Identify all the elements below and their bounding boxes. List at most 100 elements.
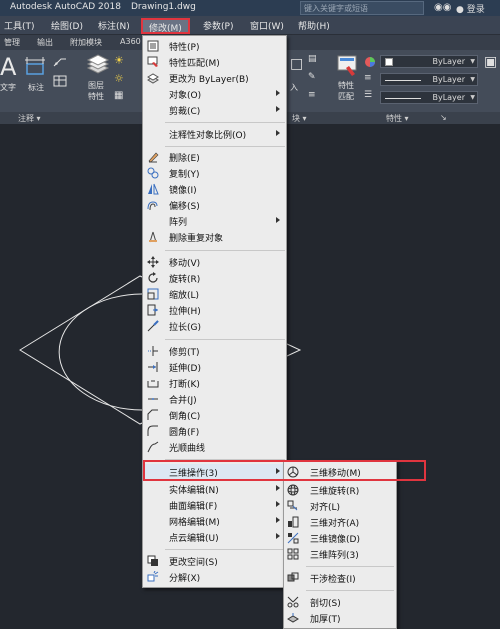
layer-properties-icon[interactable] [86, 54, 110, 80]
align-icon [287, 500, 298, 511]
tab-a360[interactable]: A360 [120, 37, 141, 46]
menu-item-label: 删除(E) [169, 154, 200, 164]
submenu-arrow-icon [276, 533, 280, 539]
app-title: Autodesk AutoCAD 2018 [10, 2, 121, 12]
tab-manage[interactable]: 管理 [4, 37, 20, 48]
lineweight-value: ByLayer [432, 93, 465, 102]
color-value: ByLayer [432, 57, 465, 66]
mirror-icon [148, 183, 159, 195]
menu-item-move[interactable]: 移动(V) [143, 254, 286, 270]
menu-dimension[interactable]: 标注(N) [98, 19, 130, 32]
menu-item-label: 旋转(R) [169, 275, 201, 285]
menu-help[interactable]: 帮助(H) [298, 19, 330, 32]
menu-item-annotative-scale[interactable]: 注释性对象比例(O) [143, 126, 286, 142]
menu-item-offset[interactable]: 偏移(S) [143, 197, 286, 213]
panel-expand-icon[interactable]: ↘ [440, 113, 447, 122]
menu-item-join[interactable]: 合并(J) [143, 391, 286, 407]
menu-separator [165, 549, 285, 550]
menu-item-change-to-bylayer[interactable]: 更改为 ByLayer(B) [143, 70, 286, 86]
menu-item-array[interactable]: 阵列 [143, 213, 286, 229]
submenu-item-3d-align[interactable]: 三维对齐(A) [284, 514, 396, 530]
linetype-select[interactable]: ByLayer ▼ [380, 73, 478, 86]
menu-separator [306, 590, 394, 591]
block-attr-icon[interactable]: ≡ [308, 90, 316, 100]
text-icon[interactable]: A [0, 54, 16, 80]
menu-item-label: 注释性对象比例(O) [169, 131, 247, 141]
menu-item-blend-curves[interactable]: 光顺曲线 [143, 439, 286, 455]
menu-item-match-properties[interactable]: 特性匹配(M) [143, 54, 286, 70]
table-icon[interactable] [53, 75, 67, 87]
properties-icon [147, 40, 159, 52]
color-select[interactable]: ByLayer ▼ [380, 55, 478, 68]
binoculars-icon[interactable]: ◉◉ [434, 2, 451, 13]
menu-draw[interactable]: 绘图(D) [51, 19, 83, 32]
menu-item-3d-operations[interactable]: 三维操作(3) [143, 464, 286, 480]
menu-item-copy[interactable]: 复制(Y) [143, 165, 286, 181]
change-to-bylayer-icon [147, 73, 159, 84]
interference-check-icon [287, 572, 299, 582]
submenu-item-interference-check[interactable]: 干涉检查(I) [284, 570, 396, 586]
menu-item-object[interactable]: 对象(O) [143, 86, 286, 102]
submenu-arrow-icon [276, 501, 280, 507]
submenu-item-align[interactable]: 对齐(L) [284, 498, 396, 514]
menu-item-trim[interactable]: 修剪(T) [143, 343, 286, 359]
menu-item-clip[interactable]: 剪裁(C) [143, 102, 286, 118]
menu-modify[interactable]: 修改(M) [141, 18, 190, 34]
menu-item-explode[interactable]: 分解(X) [143, 569, 286, 585]
panel-block-label[interactable]: 块 ▾ [292, 113, 307, 124]
submenu-item-3d-mirror[interactable]: 三维镜像(D) [284, 530, 396, 546]
offset-icon [147, 201, 158, 211]
menu-separator [165, 250, 285, 251]
panel-annotation-label[interactable]: 注释 ▾ [18, 113, 41, 124]
group-icon[interactable]: ▣ [484, 54, 497, 70]
submenu-item-3d-array[interactable]: 三维阵列(3) [284, 546, 396, 562]
login-button[interactable]: ● 登录 [456, 2, 485, 15]
submenu-item-slice[interactable]: 剖切(S) [284, 594, 396, 610]
match-properties-icon[interactable] [336, 54, 360, 78]
menu-item-point-cloud-editing[interactable]: 点云编辑(U) [143, 529, 286, 545]
menu-item-change-space[interactable]: 更改空间(S) [143, 553, 286, 569]
submenu-item-3d-move[interactable]: 三维移动(M) [284, 464, 396, 480]
menu-item-mirror[interactable]: 镜像(I) [143, 181, 286, 197]
menu-item-rotate[interactable]: 旋转(R) [143, 270, 286, 286]
linetype-icon[interactable]: ≡ [364, 73, 372, 83]
lineweight-icon[interactable]: ☰ [364, 90, 372, 100]
menu-window[interactable]: 窗口(W) [250, 19, 284, 32]
block-edit-icon[interactable]: ✎ [308, 72, 316, 82]
panel-properties-label[interactable]: 特性 ▾ [386, 113, 409, 124]
menu-item-solid-editing[interactable]: 实体编辑(N) [143, 481, 286, 497]
dimension-icon[interactable] [24, 56, 48, 78]
menu-item-mesh-editing[interactable]: 网格编辑(M) [143, 513, 286, 529]
menu-item-erase[interactable]: 删除(E) [143, 149, 286, 165]
menu-separator [165, 459, 285, 460]
dimension-label: 标注 [28, 83, 44, 92]
menu-item-scale[interactable]: 缩放(L) [143, 286, 286, 302]
layer-state-icon[interactable]: ▦ [114, 90, 123, 101]
submenu-item-label: 对齐(L) [310, 503, 341, 513]
insert-icon[interactable]: □ [290, 56, 303, 72]
tab-addins[interactable]: 附加模块 [70, 37, 102, 48]
menu-item-stretch[interactable]: 拉伸(H) [143, 302, 286, 318]
menu-tools[interactable]: 工具(T) [4, 19, 35, 32]
lightbulb-icon[interactable]: ☀ [114, 54, 124, 67]
menu-item-properties[interactable]: 特性(P) [143, 38, 286, 54]
block-create-icon[interactable]: ▤ [308, 54, 317, 64]
menu-item-delete-duplicates[interactable]: 删除重复对象 [143, 229, 286, 245]
menu-item-fillet[interactable]: 圆角(F) [143, 423, 286, 439]
submenu-item-3d-rotate[interactable]: 三维旋转(R) [284, 482, 396, 498]
menu-item-extend[interactable]: 延伸(D) [143, 359, 286, 375]
submenu-item-thicken[interactable]: 加厚(T) [284, 610, 396, 626]
menu-item-lengthen[interactable]: 拉长(G) [143, 318, 286, 334]
search-input[interactable]: 键入关键字或短语 [300, 1, 424, 15]
menu-item-label: 更改空间(S) [169, 558, 218, 568]
leader-icon[interactable] [53, 56, 67, 68]
menu-item-chamfer[interactable]: 倒角(C) [143, 407, 286, 423]
tab-output[interactable]: 输出 [37, 37, 53, 48]
menu-item-surface-editing[interactable]: 曲面编辑(F) [143, 497, 286, 513]
lineweight-select[interactable]: ByLayer ▼ [380, 91, 478, 104]
color-wheel-icon[interactable] [364, 56, 376, 68]
menu-parametric[interactable]: 参数(P) [203, 19, 233, 32]
sun-icon[interactable]: ☼ [114, 72, 124, 85]
menu-item-break[interactable]: 打断(K) [143, 375, 286, 391]
menu-separator [165, 146, 285, 147]
